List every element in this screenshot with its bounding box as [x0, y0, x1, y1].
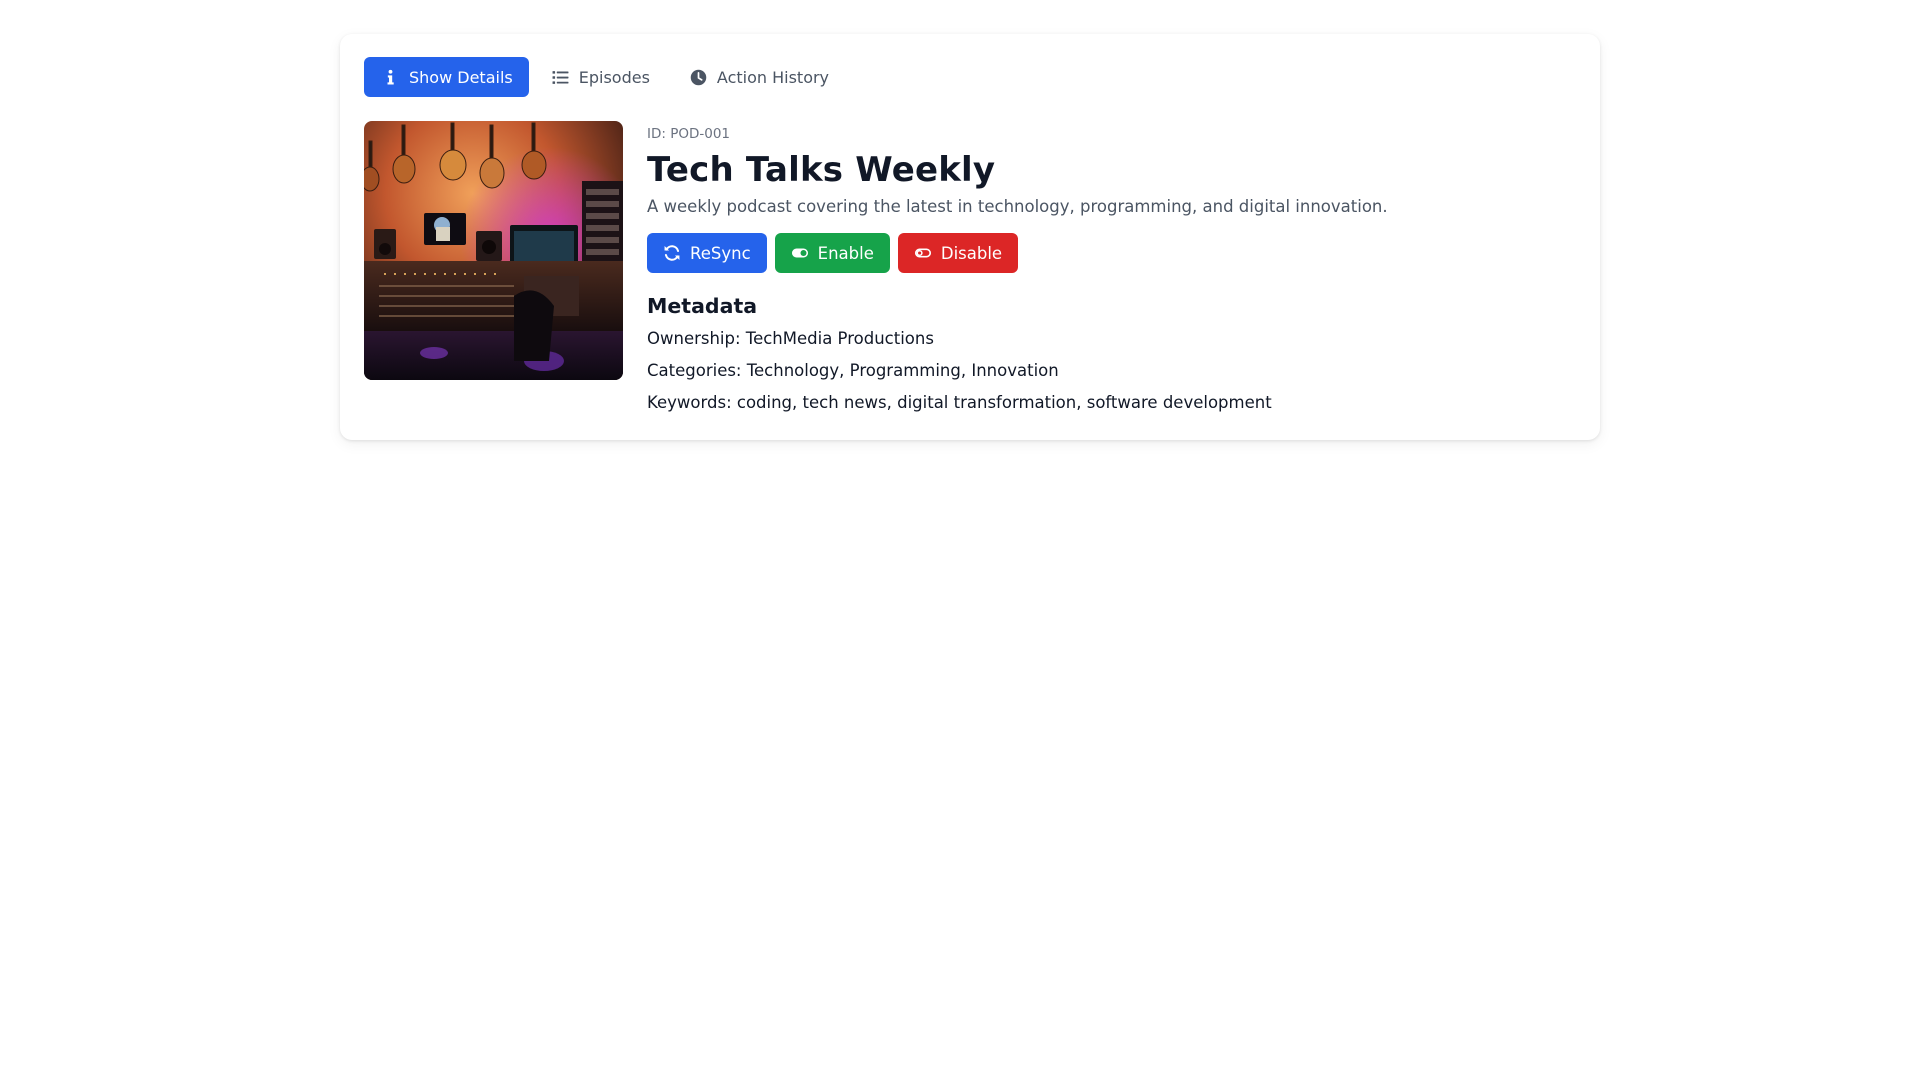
tab-episodes[interactable]: Episodes [535, 57, 667, 97]
enable-label: Enable [817, 243, 874, 263]
podcast-title: Tech Talks Weekly [647, 150, 996, 190]
resync-button[interactable]: ReSync [647, 233, 767, 273]
podcast-description: A weekly podcast covering the latest in … [647, 197, 1388, 216]
tab-bar: Show Details Episodes Action History [364, 57, 852, 97]
podcast-info: ID: POD-001 Tech Talks Weekly A weekly p… [647, 121, 1547, 415]
toggle-on-icon [791, 244, 809, 262]
toggle-off-icon [914, 244, 932, 262]
disable-label: Disable [940, 243, 1003, 263]
disable-button[interactable]: Disable [897, 233, 1019, 273]
tab-show-details-label: Show Details [409, 67, 513, 87]
metadata-categories: Categories: Technology, Programming, Inn… [647, 361, 1059, 380]
metadata-heading: Metadata [647, 294, 758, 318]
tab-episodes-label: Episodes [578, 67, 650, 87]
show-details-card: Show Details Episodes Action History ID:… [340, 34, 1600, 440]
list-icon [552, 69, 569, 86]
podcast-id: ID: POD-001 [647, 126, 731, 142]
tab-action-history[interactable]: Action History [673, 57, 846, 97]
podcast-cover-image [364, 121, 623, 380]
tab-action-history-label: Action History [716, 67, 830, 87]
enable-button[interactable]: Enable [774, 233, 890, 273]
tab-show-details[interactable]: Show Details [364, 57, 529, 97]
studio-cover-image [364, 121, 623, 380]
clock-icon [690, 69, 707, 86]
action-buttons: ReSync Enable Disable [647, 233, 1547, 273]
resync-label: ReSync [690, 243, 751, 263]
info-icon [382, 69, 399, 86]
sync-icon [663, 244, 681, 262]
metadata-ownership: Ownership: TechMedia Productions [647, 329, 934, 348]
metadata-keywords: Keywords: coding, tech news, digital tra… [647, 393, 1272, 412]
